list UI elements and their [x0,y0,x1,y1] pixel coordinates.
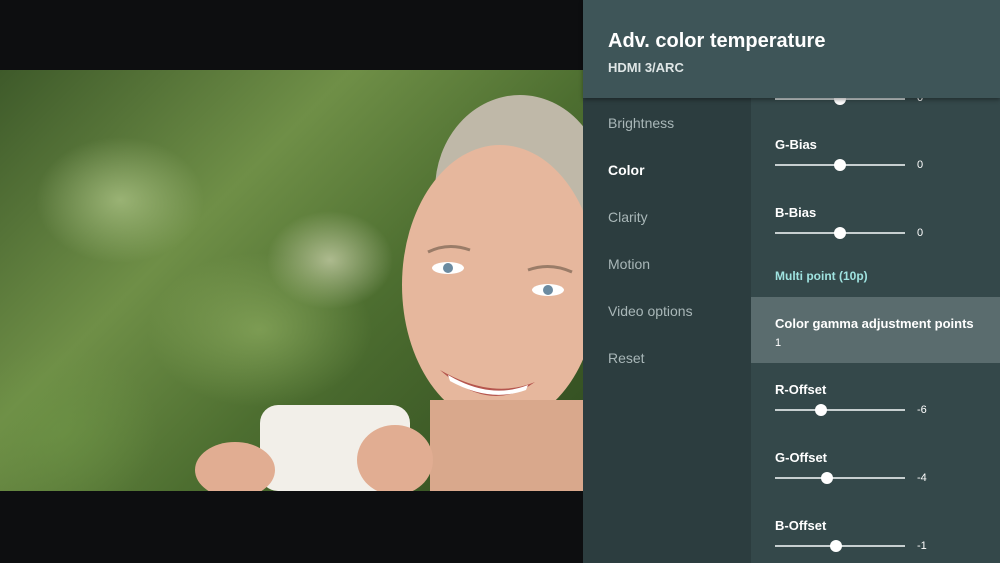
g-bias-slider[interactable] [775,159,905,171]
partial-slider-track[interactable] [775,98,905,105]
r-offset-value: -6 [917,404,927,416]
g-bias-value: 0 [917,159,924,171]
r-offset-slider-knob[interactable] [814,404,827,416]
multi-point-section-header: Multi point (10p) [775,269,868,283]
panel-title: Adv. color temperature [608,30,826,52]
g-offset-label: G-Offset [775,450,827,465]
r-offset-slider[interactable] [775,404,905,416]
b-offset-slider-knob[interactable] [830,540,843,552]
b-bias-slider-knob[interactable] [834,227,846,239]
r-offset-label: R-Offset [775,382,827,397]
b-bias-label: B-Bias [775,205,817,220]
gamma-points-label: Color gamma adjustment points [775,316,974,331]
b-bias-value: 0 [917,227,924,239]
settings-panel: Adv. color temperature HDMI 3/ARC Bright… [583,0,1000,563]
nav-item-reset[interactable]: Reset [608,350,645,366]
nav-item-video-options[interactable]: Video options [608,303,693,319]
panel-header: Adv. color temperature HDMI 3/ARC [583,0,1000,98]
video-preview-area [0,0,583,563]
video-frame [0,70,583,491]
partial-slider-value: 0 [917,98,924,104]
g-bias-label: G-Bias [775,137,817,152]
nav-item-color[interactable]: Color [608,162,645,178]
nav-item-motion[interactable]: Motion [608,256,650,272]
video-content-image [195,95,583,491]
input-source-label: HDMI 3/ARC [608,60,684,75]
nav-item-clarity[interactable]: Clarity [608,209,648,225]
g-offset-slider-knob[interactable] [821,472,833,484]
gamma-points-value: 1 [775,337,782,349]
g-offset-value: -4 [917,472,927,484]
b-bias-slider[interactable] [775,227,905,239]
partial-slider-knob[interactable] [834,98,846,105]
b-offset-slider[interactable] [775,540,905,552]
g-offset-slider[interactable] [775,472,905,484]
b-offset-value: -1 [917,540,927,552]
category-nav: Brightness Color Clarity Motion Video op… [583,98,751,563]
nav-item-brightness[interactable]: Brightness [608,115,674,131]
settings-list: 0 G-Bias 0 B-Bias 0 Multi point (10p) Co… [751,98,1000,563]
b-offset-label: B-Offset [775,518,827,533]
g-bias-slider-knob[interactable] [834,159,846,171]
